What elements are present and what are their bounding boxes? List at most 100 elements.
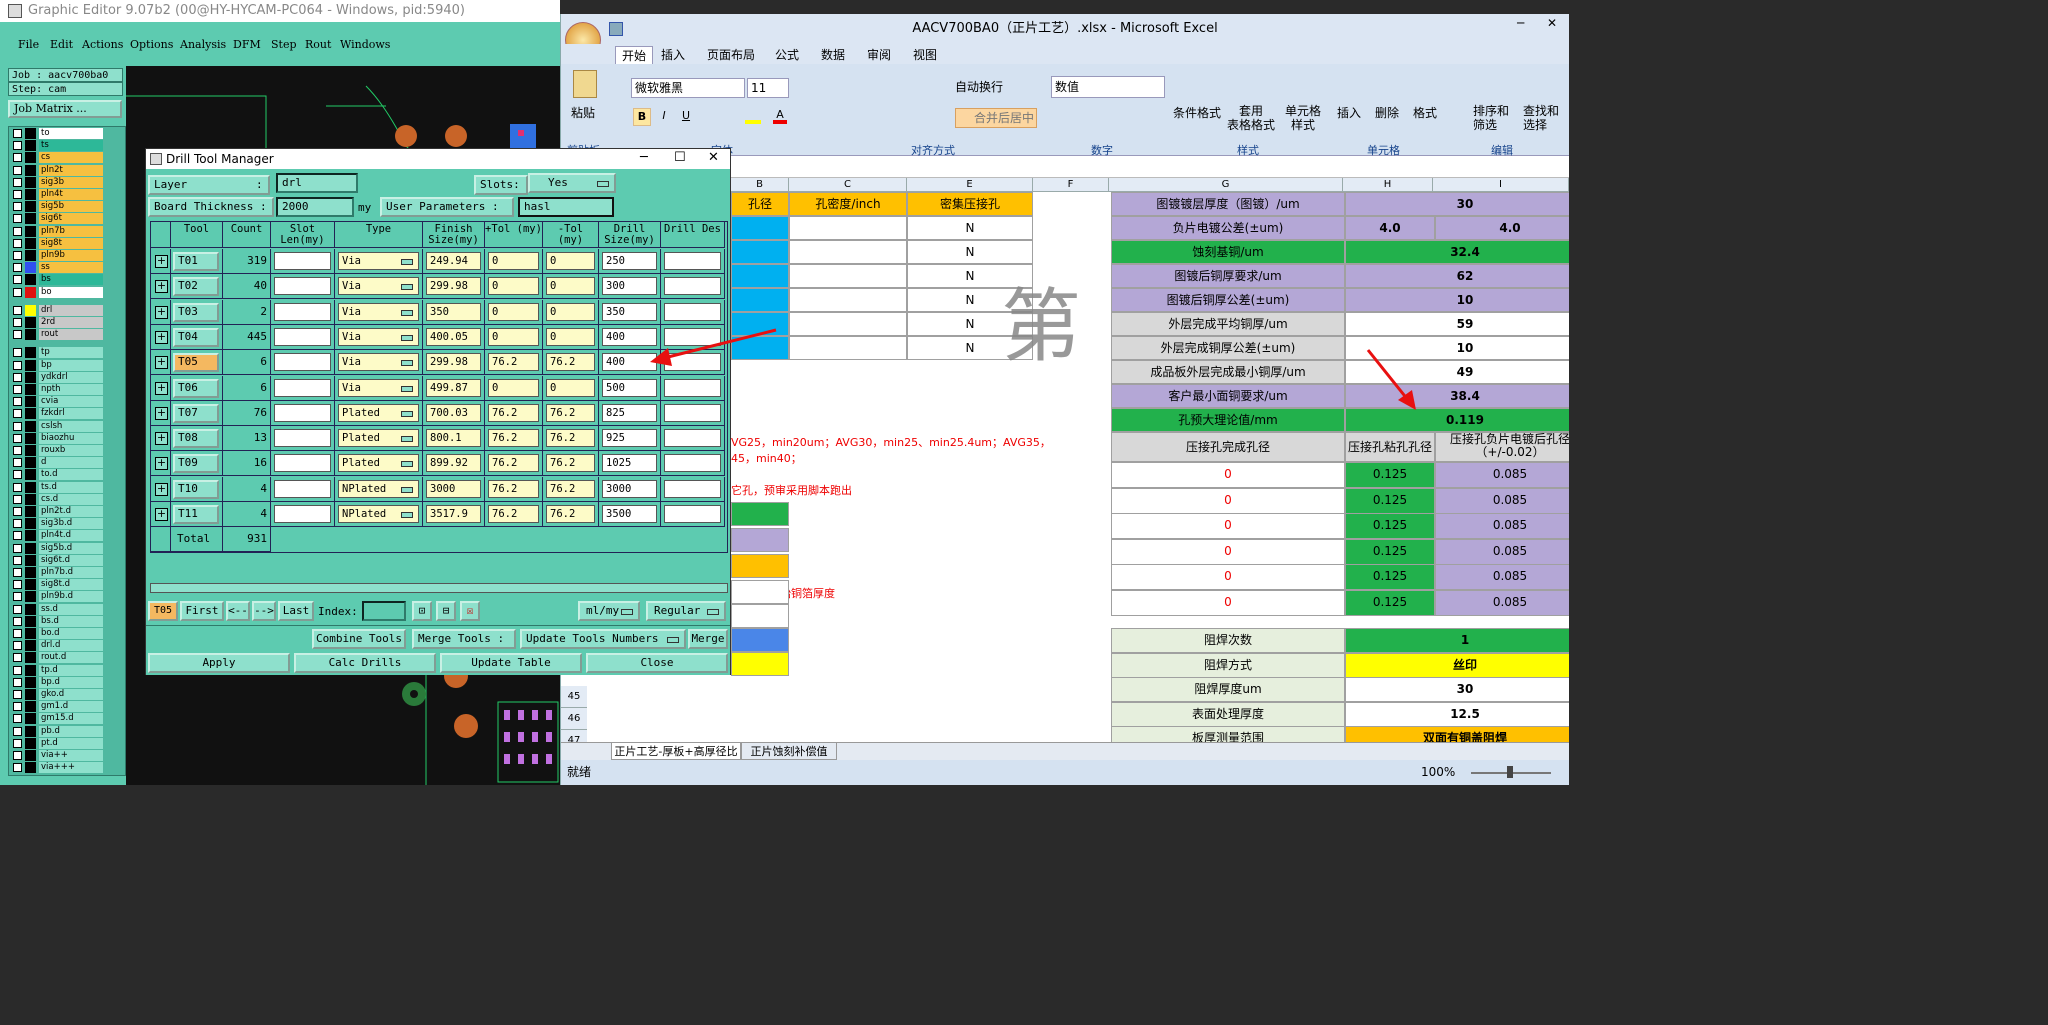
layer-checkbox[interactable] [13, 653, 22, 663]
horizontal-scrollbar[interactable] [150, 583, 728, 593]
layer-checkbox[interactable] [13, 421, 22, 431]
layer-checkbox[interactable] [13, 263, 22, 273]
layer-checkbox[interactable] [13, 238, 22, 248]
index-field[interactable] [362, 601, 406, 621]
layer-name[interactable]: sig5b.d [39, 542, 103, 554]
layer-name[interactable]: drl [39, 304, 103, 316]
tool-button[interactable]: T03 [173, 302, 219, 322]
menu-rout[interactable]: Rout [305, 38, 331, 51]
tool-button[interactable]: T09 [173, 454, 219, 474]
finish-input[interactable]: 3000 [426, 479, 481, 498]
drill-des-input[interactable] [664, 403, 721, 422]
layer-row[interactable]: cslsh [11, 420, 107, 432]
layer-name[interactable]: cs [39, 152, 103, 164]
mode-select[interactable]: Regular [646, 601, 726, 621]
layer-checkbox[interactable] [13, 665, 22, 675]
index-action-1[interactable]: ⊡ [412, 601, 432, 621]
format-button[interactable]: 格式 [1413, 104, 1437, 121]
drill-input[interactable]: 3000 [602, 479, 657, 498]
ntol-input[interactable]: 0 [546, 277, 595, 296]
type-select[interactable]: Via [338, 353, 419, 372]
user-params-field[interactable]: hasl [518, 197, 614, 217]
drill-input[interactable]: 350 [602, 302, 657, 321]
tool-button[interactable]: T11 [173, 505, 219, 524]
italic-button[interactable]: I [655, 108, 673, 126]
ribbon-tab[interactable]: 插入 [661, 46, 685, 63]
expand-icon[interactable]: + [155, 381, 168, 395]
tool-button[interactable]: T02 [173, 277, 219, 297]
font-color-icon[interactable]: A [773, 109, 787, 124]
ribbon-tab[interactable]: 页面布局 [707, 46, 755, 63]
expand-icon[interactable]: + [155, 356, 168, 370]
finish-input[interactable]: 3517.9 [426, 505, 481, 523]
job-matrix-button[interactable]: Job Matrix ... [8, 100, 122, 118]
paste-button[interactable]: 粘贴 [571, 104, 595, 121]
ribbon-tab[interactable]: 数据 [821, 46, 845, 63]
nav-button[interactable]: Last [278, 601, 314, 621]
layer-checkbox[interactable] [13, 580, 22, 590]
drill-des-input[interactable] [664, 454, 721, 473]
ntol-input[interactable]: 0 [546, 378, 595, 397]
layer-checkbox[interactable] [13, 287, 22, 297]
layer-row[interactable]: via+++ [11, 762, 107, 774]
slot-len-input[interactable] [274, 327, 331, 346]
maximize-icon[interactable]: ☐ [674, 150, 686, 165]
layer-name[interactable]: bo [39, 286, 103, 298]
layer-checkbox[interactable] [13, 360, 22, 370]
ntol-input[interactable]: 76.2 [546, 454, 595, 473]
close-icon[interactable]: ✕ [1547, 16, 1557, 30]
layer-checkbox[interactable] [13, 409, 22, 419]
layer-name[interactable]: biaozhu [39, 432, 103, 444]
layer-checkbox[interactable] [13, 763, 22, 773]
layer-row[interactable]: bo.d [11, 628, 107, 639]
layer-checkbox[interactable] [13, 543, 22, 553]
layer-row[interactable]: pln4t [11, 189, 107, 200]
layer-row[interactable]: tp [11, 347, 107, 359]
tool-button[interactable]: T06 [173, 378, 219, 398]
layer-row[interactable]: rout [11, 329, 107, 341]
layer-field[interactable]: drl [276, 173, 358, 193]
layer-row[interactable]: bp.d [11, 676, 107, 688]
layer-name[interactable]: sig3b.d [39, 518, 103, 530]
layer-checkbox[interactable] [13, 446, 22, 455]
layer-checkbox[interactable] [13, 604, 22, 614]
layer-checkbox[interactable] [13, 629, 22, 638]
expand-icon[interactable]: + [155, 305, 168, 319]
col-header[interactable]: B [731, 178, 789, 192]
drill-input[interactable]: 1025 [602, 454, 657, 473]
layer-row[interactable]: gko.d [11, 689, 107, 700]
layer-name[interactable]: bs [39, 274, 103, 286]
finish-input[interactable]: 400.05 [426, 327, 481, 346]
layer-row[interactable]: fzkdrl [11, 408, 107, 420]
ptol-input[interactable]: 76.2 [488, 429, 539, 448]
layer-row[interactable]: rouxb [11, 445, 107, 456]
layer-row[interactable]: cs [11, 152, 107, 164]
layer-name[interactable]: pln9b [39, 250, 103, 261]
type-select[interactable]: Via [338, 252, 419, 270]
layer-name[interactable]: bo.d [39, 628, 103, 639]
layer-row[interactable]: sig8t.d [11, 579, 107, 591]
layer-checkbox[interactable] [13, 714, 22, 724]
calc-drills-button[interactable]: Calc Drills [294, 653, 436, 673]
type-select[interactable]: Plated [338, 429, 419, 448]
number-format-select[interactable]: 数值 [1051, 76, 1165, 98]
layer-name[interactable]: cvia [39, 396, 103, 408]
type-select[interactable]: Via [338, 378, 419, 397]
layer-checkbox[interactable] [13, 482, 22, 492]
layer-name[interactable]: pln4t [39, 189, 103, 200]
layer-checkbox[interactable] [13, 702, 22, 712]
type-select[interactable]: NPlated [338, 479, 419, 498]
layer-row[interactable]: 2rd [11, 317, 107, 328]
layer-row[interactable]: npth [11, 384, 107, 395]
layer-name[interactable]: sig3b [39, 176, 103, 188]
layer-name[interactable]: pln2t.d [39, 506, 103, 517]
row-number[interactable]: 45 [561, 686, 587, 708]
finish-input[interactable]: 299.98 [426, 277, 481, 296]
layer-row[interactable]: sig6t.d [11, 554, 107, 566]
drill-des-input[interactable] [664, 327, 721, 346]
expand-icon[interactable]: + [155, 432, 168, 446]
layer-row[interactable]: gm15.d [11, 713, 107, 725]
tool-button[interactable]: T07 [173, 403, 219, 423]
layer-row[interactable]: cvia [11, 396, 107, 408]
layer-row[interactable]: pln9b.d [11, 591, 107, 603]
